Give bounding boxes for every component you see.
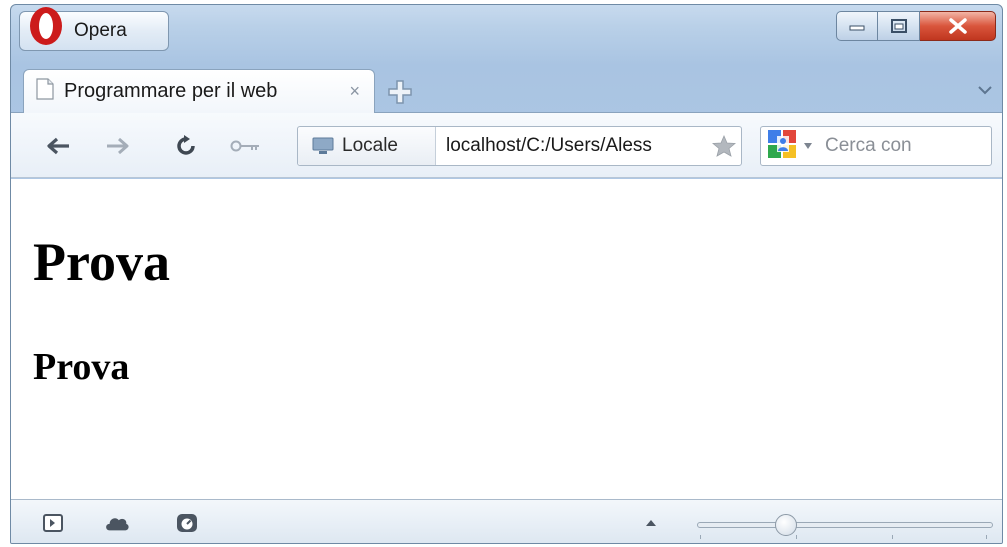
back-arrow-icon xyxy=(47,137,69,155)
close-icon xyxy=(948,18,967,34)
opera-menu-button[interactable]: Opera xyxy=(19,7,169,51)
opera-logo-icon xyxy=(26,7,66,47)
page-heading-2: Prova xyxy=(33,346,130,388)
search-engine-dropdown-icon[interactable] xyxy=(803,137,813,155)
back-button[interactable] xyxy=(41,131,75,161)
key-icon xyxy=(230,140,259,152)
reload-button[interactable] xyxy=(169,131,203,161)
url-field[interactable]: localhost/C:/Users/Aless xyxy=(436,127,707,165)
browser-window: Opera Programmare per il web × Locale lo… xyxy=(10,4,1003,544)
zoom-tick xyxy=(986,535,987,539)
local-badge-label: Locale xyxy=(342,135,398,156)
tab-menu-button[interactable] xyxy=(976,81,994,99)
zoom-slider-thumb[interactable] xyxy=(775,514,797,536)
cloud-icon xyxy=(106,518,129,531)
speedometer-icon xyxy=(177,514,197,532)
window-controls xyxy=(836,11,996,41)
maximize-icon xyxy=(890,19,907,33)
page-icon xyxy=(36,78,54,105)
minimize-button[interactable] xyxy=(836,11,878,41)
forward-button[interactable] xyxy=(101,131,135,161)
search-box[interactable]: Cerca con xyxy=(760,126,992,166)
minimize-icon xyxy=(849,25,865,31)
zoom-tick xyxy=(796,535,797,539)
forward-arrow-icon xyxy=(107,137,129,155)
local-badge[interactable]: Locale xyxy=(298,127,436,165)
address-bar[interactable]: Locale localhost/C:/Users/Aless xyxy=(297,126,742,166)
page-content: Prova Prova xyxy=(11,179,1002,499)
opera-turbo-button[interactable] xyxy=(175,512,199,534)
zoom-tick xyxy=(892,535,893,539)
chevron-down-icon xyxy=(978,86,992,95)
close-window-button[interactable] xyxy=(920,11,996,41)
search-input[interactable]: Cerca con xyxy=(825,135,912,157)
opera-menu-label: Opera xyxy=(74,20,127,41)
panel-toggle-button[interactable] xyxy=(41,512,65,534)
navigation-toolbar: Locale localhost/C:/Users/Aless Cerca co… xyxy=(11,112,1002,178)
search-engine-icon[interactable] xyxy=(767,129,797,164)
zoom-tick xyxy=(700,535,701,539)
tab-active[interactable]: Programmare per il web × xyxy=(23,69,375,113)
panel-icon xyxy=(43,514,63,532)
maximize-button[interactable] xyxy=(878,11,920,41)
tab-close-button[interactable]: × xyxy=(349,81,360,102)
page-heading-1: Prova xyxy=(33,232,170,292)
zoom-fit-button[interactable] xyxy=(639,512,663,534)
zoom-slider[interactable] xyxy=(697,514,993,539)
opera-unite-button[interactable] xyxy=(105,512,129,534)
bookmark-button[interactable] xyxy=(707,127,741,165)
star-icon xyxy=(712,135,736,157)
triangle-up-icon xyxy=(646,520,656,526)
reload-icon xyxy=(177,135,195,155)
monitor-icon xyxy=(312,137,334,154)
new-tab-button[interactable] xyxy=(383,75,417,109)
plus-icon xyxy=(388,80,412,104)
key-button[interactable] xyxy=(229,131,263,161)
tab-title: Programmare per il web xyxy=(64,80,278,102)
status-bar xyxy=(11,499,1002,543)
